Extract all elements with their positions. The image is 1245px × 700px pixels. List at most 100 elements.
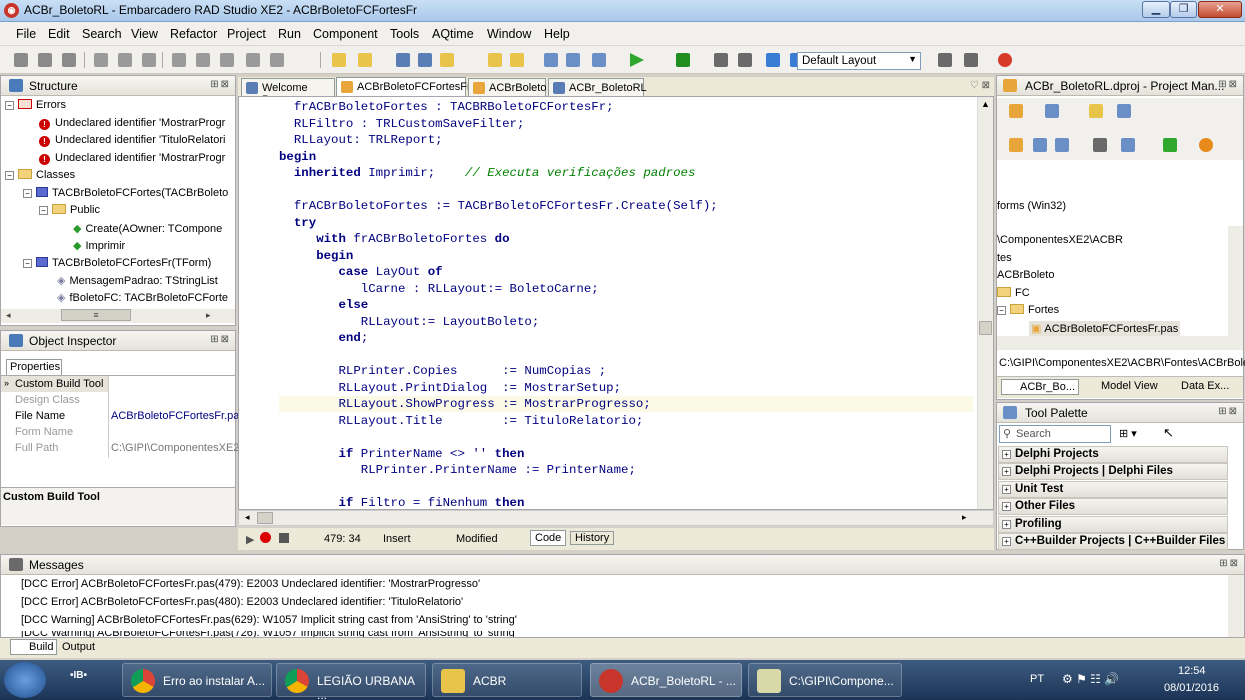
flip-icon[interactable] (270, 53, 284, 67)
code-line[interactable]: lCarne : RLLayout:= BoletoCarne; (279, 281, 718, 298)
code-line[interactable]: if PrinterName <> '' then (279, 446, 718, 463)
tab-output[interactable]: Output (62, 641, 95, 653)
view-icon[interactable] (1093, 138, 1107, 152)
pause-icon[interactable] (714, 53, 728, 67)
clock-time[interactable]: 12:54 (1178, 665, 1206, 677)
tab-code[interactable]: Code (530, 530, 567, 546)
tree-item-classes[interactable]: − Classes (5, 169, 75, 181)
taskbar-folder[interactable]: ACBR (432, 663, 582, 697)
code-line[interactable]: begin (279, 149, 718, 166)
code-line[interactable]: RLPrinter.Copies := NumCopias ; (279, 363, 718, 380)
tree-item-method[interactable]: ◆ Create(AOwner: TCompone (73, 222, 222, 235)
palette-filter-icon[interactable]: ⊞ ▾ (1119, 427, 1137, 440)
category-cpp-builder[interactable]: + C++Builder Projects | C++Builder Files (998, 533, 1228, 550)
stop-icon[interactable] (738, 53, 752, 67)
tree-item-class[interactable]: − TACBrBoletoFCFortes(TACBrBoleto (23, 187, 228, 199)
align-center-icon[interactable] (62, 53, 76, 67)
stop-macro-icon[interactable] (279, 533, 289, 543)
taskbar-explorer[interactable]: C:\GIPI\Compone... (748, 663, 902, 697)
tab-order-icon[interactable] (220, 53, 234, 67)
code-line[interactable]: RLLayout:= LayoutBoleto; (279, 314, 718, 331)
project-item[interactable]: − Fortes (997, 304, 1059, 316)
save-icon[interactable] (396, 53, 410, 67)
editor-vscroll[interactable]: ▲ (977, 97, 993, 509)
code-line[interactable]: if Filtro = fiNenhum then (279, 495, 718, 509)
pin-icon[interactable]: ⊞⊠ (1219, 558, 1240, 569)
desktop-icon[interactable] (964, 53, 978, 67)
tree-item-method[interactable]: ◆ Imprimir (73, 239, 125, 252)
tab-model-view[interactable]: Model View (1087, 380, 1158, 392)
menu-component[interactable]: Component (313, 27, 378, 41)
save-all-icon[interactable] (418, 53, 432, 67)
menu-project[interactable]: Project (227, 27, 266, 41)
code-line[interactable]: try (279, 215, 718, 232)
collapse-icon[interactable] (1055, 138, 1069, 152)
tree-item-field[interactable]: ◈ fBoletoFC: TACBrBoletoFCForte (57, 291, 228, 304)
code-line[interactable]: inherited Imprimir; // Executa verificaç… (279, 165, 718, 182)
code-line[interactable]: case LayOut of (279, 264, 718, 281)
clock-date[interactable]: 08/01/2016 (1164, 682, 1219, 694)
project-item[interactable]: ACBrBoleto (997, 269, 1054, 281)
tray-icons[interactable]: ⚙ ⚑ ☷ 🔊 (1062, 672, 1119, 686)
message-row[interactable]: [DCC Error] ACBrBoletoFCFortesFr.pas(480… (21, 596, 463, 608)
new-project-icon[interactable] (1045, 104, 1059, 118)
code-line[interactable]: RLLayout: TRLReport; (279, 132, 718, 149)
code-line[interactable] (279, 479, 718, 496)
align-grid-icon[interactable] (142, 53, 156, 67)
options-icon[interactable] (1117, 104, 1131, 118)
code-line[interactable]: RLLayout.ShowProgress := MostrarProgress… (279, 396, 718, 413)
run-project-icon[interactable] (1163, 138, 1177, 152)
close-button[interactable]: ✕ (1198, 1, 1242, 18)
build-icon[interactable] (1121, 138, 1135, 152)
tree-item-error[interactable]: ! Undeclared identifier 'MostrarProgr (39, 117, 225, 130)
sync-icon[interactable] (1009, 138, 1023, 152)
taskbar-rad-studio[interactable]: ACBr_BoletoRL - ... (590, 663, 742, 697)
palette-search-input[interactable]: ⚲ Search (999, 425, 1111, 443)
category-delphi-files[interactable]: + Delphi Projects | Delphi Files (998, 463, 1228, 480)
pin-icon[interactable]: ⊞⊠ (210, 334, 231, 345)
activate-icon[interactable] (1009, 104, 1023, 118)
run-without-debug-icon[interactable] (676, 53, 690, 67)
trace-into-icon[interactable] (766, 53, 780, 67)
rad-studio-icon[interactable]: ◉ (4, 3, 19, 18)
property-value[interactable]: C:\GIPI\ComponentesXE2\ (111, 442, 242, 454)
project-vscroll[interactable] (1228, 226, 1243, 336)
tree-item-errors[interactable]: − Errors (5, 99, 66, 111)
messages-vscroll[interactable] (1228, 575, 1244, 637)
tab-list-icon[interactable]: ♡ ⊠ (970, 80, 990, 91)
code-line[interactable] (279, 182, 718, 199)
start-button[interactable] (4, 662, 46, 698)
view-form-icon[interactable] (566, 53, 580, 67)
layout-select[interactable]: Default Layout ▼ (797, 52, 921, 70)
message-row[interactable]: [DCC Warning] ACBrBoletoFCFortesFr.pas(6… (21, 614, 517, 626)
new-file-icon[interactable] (332, 53, 346, 67)
tab-welcome-page[interactable]: Welcome Page (241, 78, 335, 106)
record-icon[interactable] (260, 532, 271, 543)
code-editor[interactable]: frACBrBoletoFortes : TACBRBoletoFCFortes… (238, 96, 994, 510)
tab-build[interactable]: Build (10, 639, 58, 655)
tab-acbr-boletorl[interactable]: ACBr_BoletoRL (548, 78, 647, 97)
tree-item-error[interactable]: ! Undeclared identifier 'TituloRelatori (39, 134, 225, 147)
code-line[interactable]: RLLayout.Title := TituloRelatorio; (279, 413, 718, 430)
tab-acbrboletofcfortesfr[interactable]: ACBrBoletoFCFortesFr (336, 77, 471, 97)
project-item[interactable]: forms (Win32) (997, 200, 1066, 212)
tab-project[interactable]: ACBr_Bo... (1001, 379, 1080, 395)
menu-refactor[interactable]: Refactor (170, 27, 217, 41)
project-hscroll[interactable] (997, 336, 1243, 350)
message-row[interactable]: [DCC Warning] ACBrBoletoFCFortesFr.pas(7… (21, 631, 517, 637)
run-icon[interactable] (630, 53, 644, 67)
menu-help[interactable]: Help (544, 27, 570, 41)
code-line[interactable]: RLFiltro : TRLCustomSaveFilter; (279, 116, 718, 133)
code-line[interactable]: frACBrBoletoFortes : TACBRBoletoFCFortes… (279, 99, 718, 116)
maximize-button[interactable]: ❐ (1170, 1, 1197, 18)
pin-icon[interactable]: ⊞⊠ (210, 79, 231, 90)
play-icon[interactable]: ▶ (246, 533, 254, 546)
menu-run[interactable]: Run (278, 27, 301, 41)
code-line[interactable]: end; (279, 330, 718, 347)
add-to-project-icon[interactable] (488, 53, 502, 67)
property-row[interactable]: Custom Build Tool (1, 376, 108, 392)
code-line[interactable]: RLPrinter.PrinterName := PrinterName; (279, 462, 718, 479)
code-line[interactable]: RLLayout.PrintDialog := MostrarSetup; (279, 380, 718, 397)
property-value[interactable]: ACBrBoletoFCFortesFr.pas (111, 410, 245, 422)
menu-view[interactable]: View (131, 27, 158, 41)
